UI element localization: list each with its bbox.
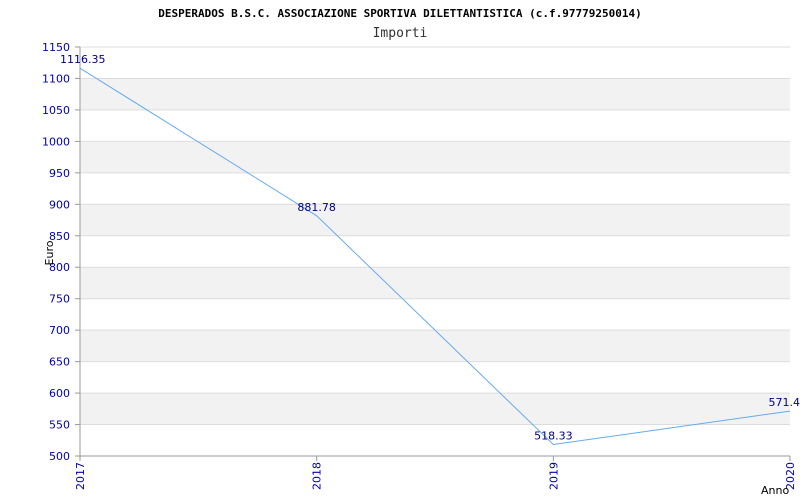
y-tick-label: 700 (49, 324, 70, 337)
y-tick-label: 500 (49, 450, 70, 463)
y-tick-label: 750 (49, 293, 70, 306)
y-axis-label: Euro (43, 240, 56, 265)
grid-band (80, 78, 790, 110)
grid-band (80, 235, 790, 268)
data-label: 518.33 (534, 429, 573, 442)
grid-band (80, 141, 790, 173)
x-tick-label: 2018 (311, 462, 324, 490)
y-tick-label: 950 (49, 167, 70, 180)
y-tick-label: 1000 (42, 135, 70, 148)
y-tick-label: 550 (49, 419, 70, 432)
grid-bands (80, 47, 790, 456)
x-axis-label: Anno (761, 484, 789, 497)
grid-band (80, 204, 790, 236)
data-label: 571.4 (769, 396, 800, 409)
y-tick-label: 1050 (42, 104, 70, 117)
y-tick-label: 600 (49, 387, 70, 400)
data-label: 1116.35 (60, 53, 106, 66)
grid-band (80, 361, 790, 394)
data-label: 881.78 (297, 201, 336, 214)
grid-band (80, 393, 790, 425)
grid-band (80, 298, 790, 331)
chart-title: DESPERADOS B.S.C. ASSOCIAZIONE SPORTIVA … (158, 7, 641, 20)
y-tick-label: 900 (49, 198, 70, 211)
chart-subtitle: Importi (373, 26, 428, 41)
line-chart: DESPERADOS B.S.C. ASSOCIAZIONE SPORTIVA … (42, 7, 800, 497)
grid-band (80, 109, 790, 142)
x-tick-label: 2017 (74, 462, 87, 490)
x-tick-labels: 2017 2018 2019 2020 (74, 462, 797, 490)
grid-band (80, 424, 790, 456)
grid-band (80, 47, 790, 79)
grid-band (80, 330, 790, 362)
grid-band (80, 267, 790, 299)
grid-band (80, 172, 790, 205)
x-tick-label: 2019 (547, 462, 560, 490)
y-tick-label: 1150 (42, 41, 70, 54)
y-tick-label: 1100 (42, 72, 70, 85)
y-tick-label: 650 (49, 356, 70, 369)
